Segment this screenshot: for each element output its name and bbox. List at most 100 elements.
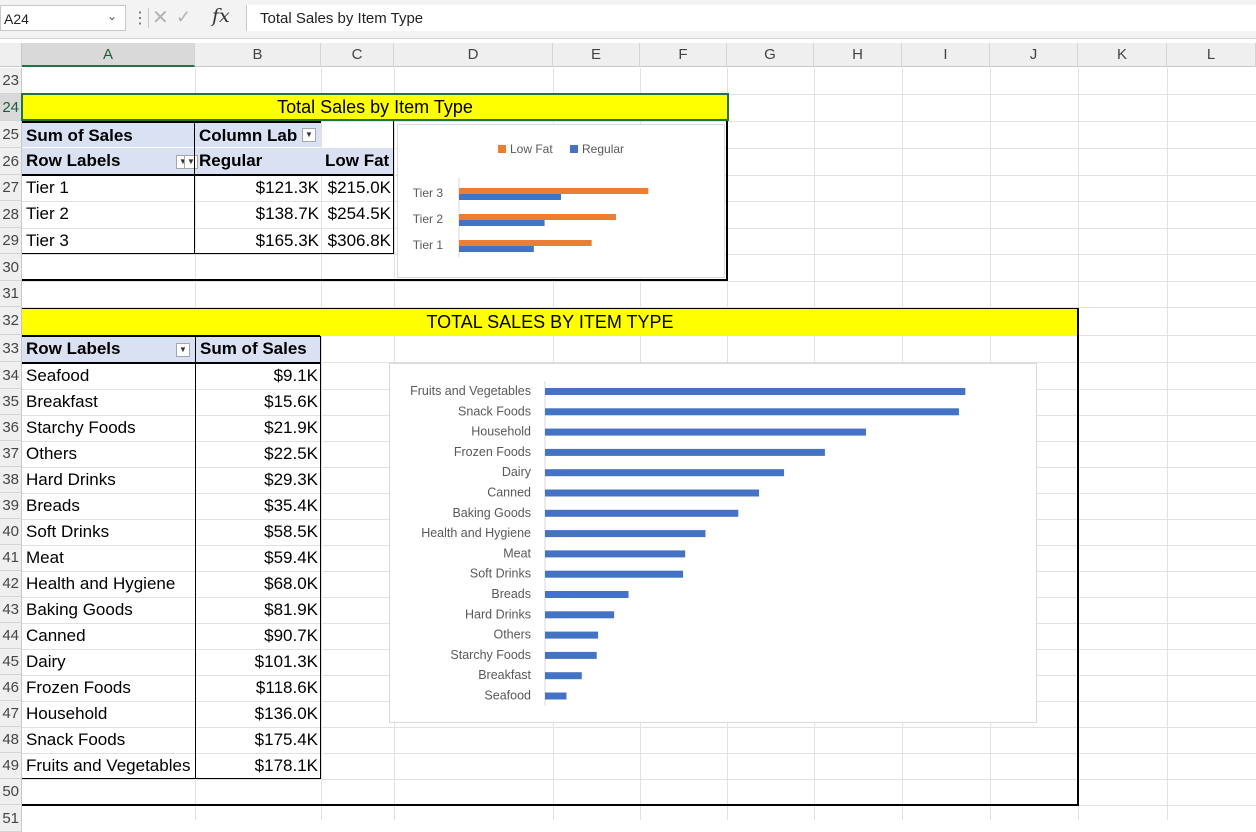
pivot2-row-label[interactable]: Others bbox=[22, 441, 195, 467]
pivot1-values-label[interactable]: Sum of Sales bbox=[22, 121, 195, 147]
pivot2-value[interactable]: $29.3K bbox=[196, 467, 320, 493]
pivot2-row-label[interactable]: Meat bbox=[22, 545, 195, 571]
column-header-i[interactable]: I bbox=[902, 43, 990, 67]
bar[interactable] bbox=[545, 692, 567, 700]
bar[interactable] bbox=[545, 388, 966, 395]
name-box[interactable]: A24 ⌄ bbox=[0, 5, 126, 31]
formula-input[interactable]: Total Sales by Item Type bbox=[246, 5, 1256, 31]
bar-regular[interactable] bbox=[459, 246, 534, 252]
row-header-44[interactable]: 44 bbox=[0, 623, 22, 649]
pivot2-value[interactable]: $118.6K bbox=[196, 675, 320, 701]
pivot2-value[interactable]: $22.5K bbox=[196, 441, 320, 467]
column-header-b[interactable]: B bbox=[195, 43, 321, 67]
pivot2-value[interactable]: $15.6K bbox=[196, 389, 320, 415]
row-header-27[interactable]: 27 bbox=[0, 175, 22, 201]
pivot2-row-label[interactable]: Breakfast bbox=[22, 389, 195, 415]
column-header-a[interactable]: A bbox=[22, 43, 195, 67]
pivot2-row-label[interactable]: Snack Foods bbox=[22, 727, 195, 753]
bar-low-fat[interactable] bbox=[459, 188, 649, 194]
row-header-33[interactable]: 33 bbox=[0, 335, 22, 362]
column-header-k[interactable]: K bbox=[1078, 43, 1167, 67]
sort-filter-dropdown-icon[interactable]: ▼ bbox=[176, 343, 190, 357]
bar[interactable] bbox=[545, 509, 739, 517]
pivot1-row-label[interactable]: Tier 1 bbox=[22, 175, 194, 201]
pivot1-lowfat-value[interactable]: $254.5K bbox=[321, 201, 393, 227]
row-header-35[interactable]: 35 bbox=[0, 389, 22, 415]
row-header-25[interactable]: 25 bbox=[0, 121, 22, 148]
bar-low-fat[interactable] bbox=[459, 214, 617, 220]
pivot2-row-label[interactable]: Fruits and Vegetables bbox=[22, 753, 195, 779]
pivot1-row-label[interactable]: Tier 2 bbox=[22, 201, 194, 227]
bar[interactable] bbox=[545, 408, 959, 416]
pivot1-regular-value[interactable]: $165.3K bbox=[195, 228, 321, 254]
pivot1-row-label[interactable]: Tier 3 bbox=[22, 228, 194, 254]
pivot1-row-labels[interactable]: Row Labels bbox=[22, 148, 195, 174]
pivot2-row-label[interactable]: Soft Drinks bbox=[22, 519, 195, 545]
bar-low-fat[interactable] bbox=[459, 240, 592, 246]
enter-icon[interactable]: ✓ bbox=[176, 7, 191, 28]
column-header-j[interactable]: J bbox=[990, 43, 1078, 67]
row-header-48[interactable]: 48 bbox=[0, 727, 22, 753]
bar[interactable] bbox=[545, 530, 706, 538]
filter-dropdown-icon[interactable]: ▼ bbox=[184, 155, 198, 169]
bar[interactable] bbox=[545, 651, 597, 659]
row-header-49[interactable]: 49 bbox=[0, 753, 22, 779]
bar[interactable] bbox=[545, 631, 599, 639]
column-header-e[interactable]: E bbox=[553, 43, 640, 67]
bar[interactable] bbox=[545, 469, 785, 477]
bar-regular[interactable] bbox=[459, 194, 561, 200]
row-header-32[interactable]: 32 bbox=[0, 307, 22, 335]
insert-function-icon[interactable]: fx bbox=[212, 5, 230, 27]
pivot2-value[interactable]: $101.3K bbox=[196, 649, 320, 675]
row-header-37[interactable]: 37 bbox=[0, 441, 22, 467]
column-header-f[interactable]: F bbox=[640, 43, 727, 67]
select-all-corner[interactable] bbox=[0, 43, 22, 67]
column-header-h[interactable]: H bbox=[814, 43, 902, 67]
row-header-36[interactable]: 36 bbox=[0, 415, 22, 441]
column-header-l[interactable]: L bbox=[1167, 43, 1256, 67]
pivot2-value[interactable]: $9.1K bbox=[196, 362, 320, 389]
pivot1-lowfat-value[interactable]: $215.0K bbox=[321, 175, 393, 201]
bar[interactable] bbox=[545, 489, 760, 497]
pivot1-regular-value[interactable]: $121.3K bbox=[195, 175, 321, 201]
row-header-24[interactable]: 24 bbox=[0, 94, 22, 121]
column-header-g[interactable]: G bbox=[727, 43, 814, 67]
row-header-42[interactable]: 42 bbox=[0, 571, 22, 597]
pivot2-row-label[interactable]: Starchy Foods bbox=[22, 415, 195, 441]
pivot2-value[interactable]: $178.1K bbox=[196, 753, 320, 779]
row-header-31[interactable]: 31 bbox=[0, 281, 22, 307]
row-header-46[interactable]: 46 bbox=[0, 675, 22, 701]
pivot2-row-label[interactable]: Household bbox=[22, 701, 195, 727]
pivot2-value[interactable]: $175.4K bbox=[196, 727, 320, 753]
row-header-50[interactable]: 50 bbox=[0, 779, 22, 805]
pivot2-banner[interactable]: TOTAL SALES BY ITEM TYPE bbox=[22, 309, 1078, 335]
pivot2-row-label[interactable]: Canned bbox=[22, 623, 195, 649]
column-header-c[interactable]: C bbox=[321, 43, 394, 67]
pivot2-values-label[interactable]: Sum of Sales bbox=[196, 336, 320, 362]
pivot2-value[interactable]: $59.4K bbox=[196, 545, 320, 571]
pivot2-row-labels[interactable]: Row Labels bbox=[22, 336, 196, 362]
pivot2-row-label[interactable]: Dairy bbox=[22, 649, 195, 675]
pivot2-value[interactable]: $81.9K bbox=[196, 597, 320, 623]
pivot2-value[interactable]: $21.9K bbox=[196, 415, 320, 441]
pivot2-row-label[interactable]: Health and Hygiene bbox=[22, 571, 195, 597]
row-header-51[interactable]: 51 bbox=[0, 805, 22, 832]
bar[interactable] bbox=[545, 591, 629, 598]
pivot2-value[interactable]: $90.7K bbox=[196, 623, 320, 649]
bar[interactable] bbox=[545, 611, 615, 619]
bar[interactable] bbox=[545, 448, 825, 456]
pivot2-value[interactable]: $35.4K bbox=[196, 493, 320, 519]
pivot2-row-label[interactable]: Breads bbox=[22, 493, 195, 519]
pivot2-row-label[interactable]: Baking Goods bbox=[22, 597, 195, 623]
tier-chart[interactable]: Low Fat Regular Tier 1 Tier 2 Tier 3 bbox=[397, 124, 725, 278]
row-header-26[interactable]: 26 bbox=[0, 148, 22, 175]
column-header-d[interactable]: D bbox=[394, 43, 553, 67]
chevron-down-icon[interactable]: ⌄ bbox=[107, 9, 117, 23]
cancel-icon[interactable]: ✕ bbox=[152, 5, 169, 30]
row-header-34[interactable]: 34 bbox=[0, 362, 22, 389]
pivot1-lowfat-value[interactable]: $306.8K bbox=[321, 228, 393, 254]
pivot2-row-label[interactable]: Frozen Foods bbox=[22, 675, 195, 701]
pivot2-row-label[interactable]: Hard Drinks bbox=[22, 467, 195, 493]
bar[interactable] bbox=[545, 428, 866, 436]
row-header-38[interactable]: 38 bbox=[0, 467, 22, 493]
